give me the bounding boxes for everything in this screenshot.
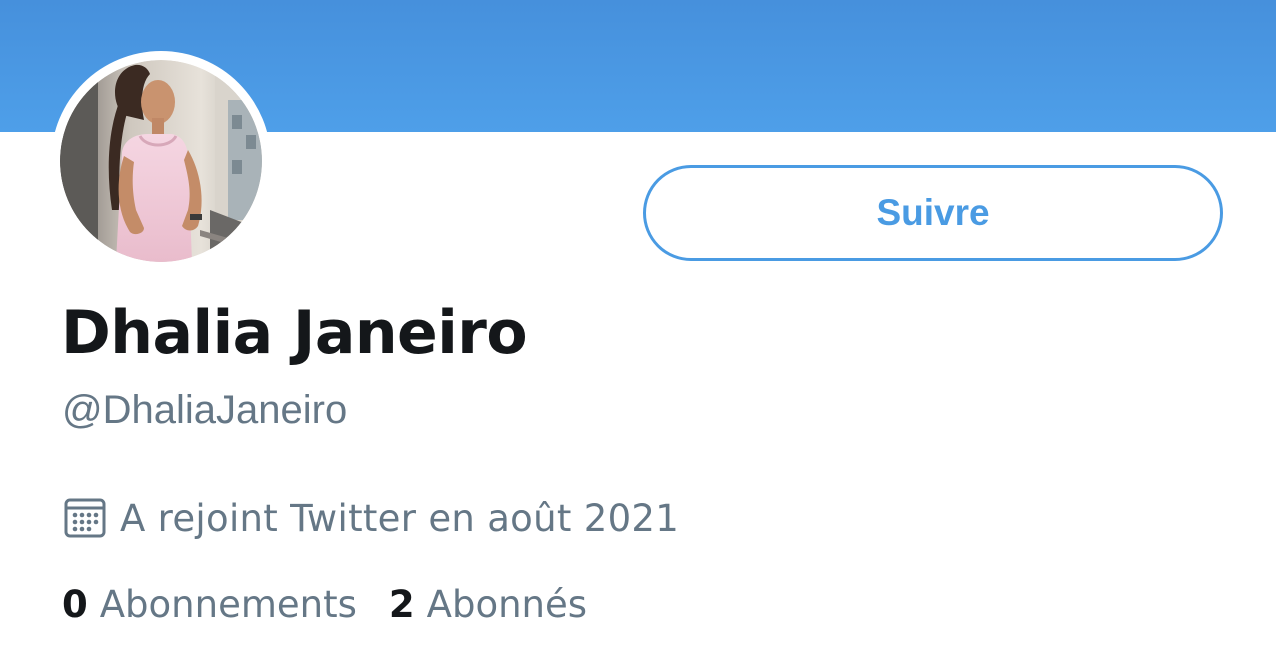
- profile-handle: @DhaliaJaneiro: [62, 388, 348, 432]
- followers-count: 2: [388, 583, 415, 626]
- joined-date: A rejoint Twitter en août 2021: [62, 494, 679, 542]
- profile-display-name: Dhalia Janeiro: [61, 298, 528, 368]
- follow-button[interactable]: Suivre: [643, 165, 1223, 261]
- profile-stats: 0 Abonnements 2 Abonnés: [62, 583, 587, 626]
- following-label: Abonnements: [99, 583, 357, 626]
- profile-avatar[interactable]: [51, 51, 271, 271]
- avatar-photo: [60, 60, 262, 262]
- calendar-icon: [64, 498, 106, 538]
- followers-label: Abonnés: [426, 583, 588, 626]
- following-count: 0: [62, 583, 88, 626]
- joined-text: A rejoint Twitter en août 2021: [120, 496, 680, 540]
- followers-link[interactable]: 2 Abonnés: [389, 583, 587, 626]
- following-link[interactable]: 0 Abonnements: [62, 583, 357, 626]
